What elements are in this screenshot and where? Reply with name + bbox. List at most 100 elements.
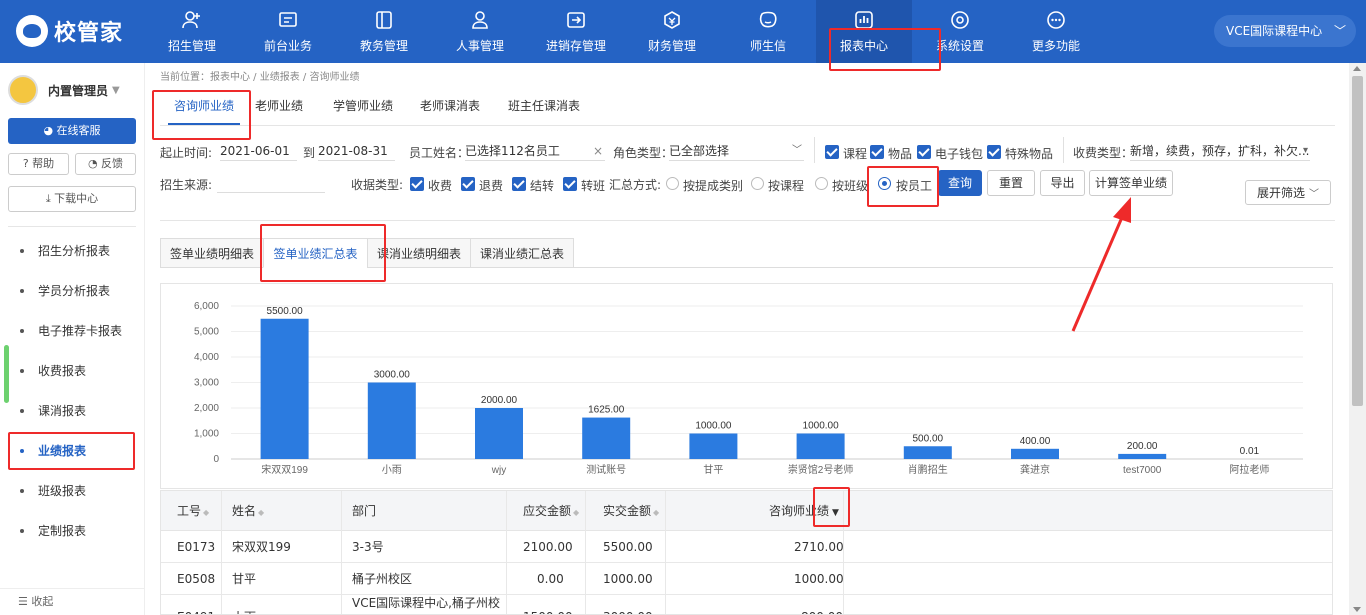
cell-paid-amount: 1000.00 <box>603 572 653 586</box>
sidebar-divider <box>8 226 136 227</box>
tab-headteacher-consumption[interactable]: 班主任课消表 <box>508 87 580 125</box>
radio-by-class[interactable] <box>815 177 828 190</box>
sidebar-item-student-report[interactable]: 学员分析报表 <box>0 271 145 311</box>
checkbox-course[interactable] <box>825 145 839 159</box>
nav-item-front-desk[interactable]: 前台业务 <box>240 0 336 63</box>
checkbox-carryover[interactable] <box>512 177 526 191</box>
cell-department: 3-3号 <box>352 540 384 554</box>
chevron-down-icon: ﹀ <box>1309 189 1319 200</box>
chevron-down-icon: ﹀ <box>792 145 802 156</box>
col-due-amount[interactable]: 应交金额 ◆ <box>523 491 579 531</box>
collapse-sidebar-button[interactable]: ☰ 收起 <box>0 588 145 615</box>
x-tick-label: 阿拉老师 <box>1229 463 1269 476</box>
app-logo[interactable]: 校管家 <box>16 14 123 48</box>
campus-selector[interactable]: VCE国际课程中心 ﹀ <box>1214 15 1356 47</box>
staff-selected-text: 已选择112名员工 <box>465 144 560 158</box>
nav-item-academic[interactable]: 教务管理 <box>336 0 432 63</box>
sort-desc-icon: ▼ <box>832 508 839 518</box>
sidebar-item-consumption-report[interactable]: 课消报表 <box>0 391 145 431</box>
col-name-label: 姓名 <box>232 504 257 518</box>
avatar <box>8 75 38 105</box>
col-paid-amount[interactable]: 实交金额 ◆ <box>603 491 659 531</box>
tab-teacher-consumption[interactable]: 老师课消表 <box>420 87 480 125</box>
role-type-select[interactable]: 已全部选择 ﹀ <box>669 141 804 161</box>
column-divider <box>341 491 342 614</box>
table-row[interactable]: E0491 小雨 VCE国际课程中心,桶子州校 1500.00 3000.00 … <box>161 595 1332 614</box>
radio-by-commission[interactable] <box>666 177 679 190</box>
sidebar-item-custom-report[interactable]: 定制报表 <box>0 511 145 551</box>
help-button[interactable]: ? 帮助 <box>8 153 69 175</box>
chart-bar <box>1011 448 1059 459</box>
scroll-thumb[interactable] <box>1352 76 1363 406</box>
checkbox-refund-label: 退费 <box>479 179 504 193</box>
tab-consultant-performance[interactable]: 咨询师业绩 <box>168 87 241 125</box>
sort-icon: ◆ <box>203 508 210 517</box>
reset-button[interactable]: 重置 <box>987 170 1035 196</box>
date-from-input[interactable]: 2021-06-01 <box>220 141 297 161</box>
col-due-amount-label: 应交金额 <box>523 504 572 518</box>
query-button[interactable]: 查询 <box>938 170 982 196</box>
nav-item-more[interactable]: 更多功能 <box>1008 0 1104 63</box>
tab-advisor-performance[interactable]: 学管师业绩 <box>333 87 393 125</box>
nav-item-messages[interactable]: 师生信 <box>720 0 816 63</box>
tab-consumption-summary[interactable]: 课消业绩汇总表 <box>470 238 574 268</box>
summary-method-label: 汇总方式: <box>609 178 662 192</box>
checkbox-carryover-label: 结转 <box>530 179 555 193</box>
feedback-button[interactable]: ◔ 反馈 <box>75 153 136 175</box>
nav-item-settings[interactable]: 系统设置 <box>912 0 1008 63</box>
tab-sign-detail[interactable]: 签单业绩明细表 <box>160 238 264 268</box>
col-staff-id[interactable]: 工号 ◆ <box>177 491 209 531</box>
radio-by-course[interactable] <box>751 177 764 190</box>
checkbox-transfer[interactable] <box>563 177 577 191</box>
bar-value-label: 500.00 <box>913 433 944 444</box>
tab-sign-summary[interactable]: 签单业绩汇总表 <box>263 238 368 268</box>
col-consultant-performance[interactable]: 咨询师业绩 ▼ <box>769 491 839 531</box>
user-menu[interactable]: 内置管理员 ▼ <box>8 75 138 105</box>
radio-by-commission-label: 按提成类别 <box>683 179 744 193</box>
report-icon <box>855 11 873 29</box>
scroll-up-icon[interactable] <box>1353 66 1361 71</box>
staff-selector[interactable]: 已选择112名员工 × <box>465 141 605 161</box>
enrollment-source-input[interactable] <box>217 173 325 193</box>
nav-item-inventory[interactable]: 进销存管理 <box>528 0 624 63</box>
column-divider <box>221 491 222 614</box>
clear-icon[interactable]: × <box>593 141 603 160</box>
scroll-down-icon[interactable] <box>1353 607 1361 612</box>
sidebar-item-fee-report[interactable]: 收费报表 <box>0 351 145 391</box>
y-tick-label: 1,000 <box>194 429 219 440</box>
checkbox-special-goods[interactable] <box>987 145 1001 159</box>
nav-item-reports[interactable]: 报表中心 <box>816 0 912 63</box>
expand-filter-button[interactable]: 展开筛选 ﹀ <box>1245 180 1331 205</box>
download-center-button[interactable]: ⤓ 下载中心 <box>8 186 136 212</box>
nav-item-hr[interactable]: 人事管理 <box>432 0 528 63</box>
table-row[interactable]: E0508 甘平 桶子州校区 0.00 1000.00 1000.00 <box>161 563 1332 595</box>
page-scrollbar[interactable] <box>1349 63 1366 615</box>
bar-value-label: 1000.00 <box>695 421 732 432</box>
checkbox-refund[interactable] <box>461 177 475 191</box>
sidebar-item-class-report[interactable]: 班级报表 <box>0 471 145 511</box>
download-label: 下载中心 <box>54 192 99 205</box>
help-icon: ? <box>22 157 33 170</box>
nav-item-finance[interactable]: 财务管理 <box>624 0 720 63</box>
x-tick-label: 测试账号 <box>586 463 626 476</box>
checkbox-charge[interactable] <box>410 177 424 191</box>
checkbox-transfer-label: 转班 <box>581 179 606 193</box>
col-name[interactable]: 姓名 ◆ <box>232 491 264 531</box>
sidebar-item-performance-report[interactable]: 业绩报表 <box>0 431 145 471</box>
nav-item-enrollment[interactable]: 招生管理 <box>144 0 240 63</box>
tab-consumption-detail[interactable]: 课消业绩明细表 <box>367 238 471 268</box>
fee-type-select[interactable]: 新增，续费，预存，扩科，补欠... ▾ <box>1130 141 1310 161</box>
radio-by-class-label: 按班级 <box>832 179 869 193</box>
sidebar-item-referral-report[interactable]: 电子推荐卡报表 <box>0 311 145 351</box>
performance-bar-chart: 0 1,000 2,000 3,000 4,000 5,000 6,000 5500.00 宋双… <box>194 301 1303 476</box>
radio-by-staff[interactable] <box>878 177 891 190</box>
sidebar-item-enrollment-report[interactable]: 招生分析报表 <box>0 231 145 271</box>
checkbox-ewallet[interactable] <box>917 145 931 159</box>
date-to-input[interactable]: 2021-08-31 <box>318 141 395 161</box>
feedback-icon: ◔ <box>87 157 102 170</box>
nav-label: 系统设置 <box>935 39 984 53</box>
table-row[interactable]: E0173 宋双双199 3-3号 2100.00 5500.00 2710.0… <box>161 531 1332 563</box>
checkbox-goods[interactable] <box>870 145 884 159</box>
online-service-button[interactable]: ◕ 在线客服 <box>8 118 136 144</box>
tab-teacher-performance[interactable]: 老师业绩 <box>255 87 303 125</box>
